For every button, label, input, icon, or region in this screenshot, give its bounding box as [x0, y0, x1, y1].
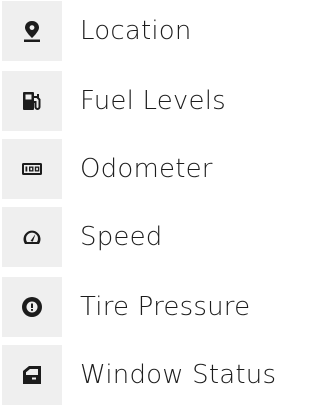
fuel-pump-icon	[23, 92, 41, 111]
icon-tile	[2, 139, 62, 199]
item-label: Window Status	[80, 360, 277, 390]
list-item-odometer[interactable]: Odometer	[0, 138, 288, 202]
icon-tile	[2, 71, 62, 131]
icon-tile	[2, 277, 62, 337]
list-item-location[interactable]: Location	[0, 0, 288, 64]
item-label: Speed	[80, 222, 163, 252]
list-item-window-status[interactable]: Window Status	[0, 344, 288, 408]
tire-pressure-icon	[22, 297, 42, 317]
list-item-speed[interactable]: Speed	[0, 206, 288, 270]
icon-tile	[2, 207, 62, 267]
item-label: Location	[80, 16, 192, 46]
list-item-fuel-levels[interactable]: Fuel Levels	[0, 70, 288, 134]
list-item-tire-pressure[interactable]: Tire Pressure	[0, 276, 288, 340]
location-pin-icon	[24, 21, 40, 42]
item-label: Tire Pressure	[80, 292, 251, 322]
icon-tile	[2, 345, 62, 405]
window-status-icon	[23, 366, 41, 384]
speedometer-icon	[23, 230, 41, 244]
item-label: Odometer	[80, 154, 213, 184]
item-label: Fuel Levels	[80, 86, 226, 116]
odometer-icon	[22, 163, 42, 175]
icon-tile	[2, 1, 62, 61]
